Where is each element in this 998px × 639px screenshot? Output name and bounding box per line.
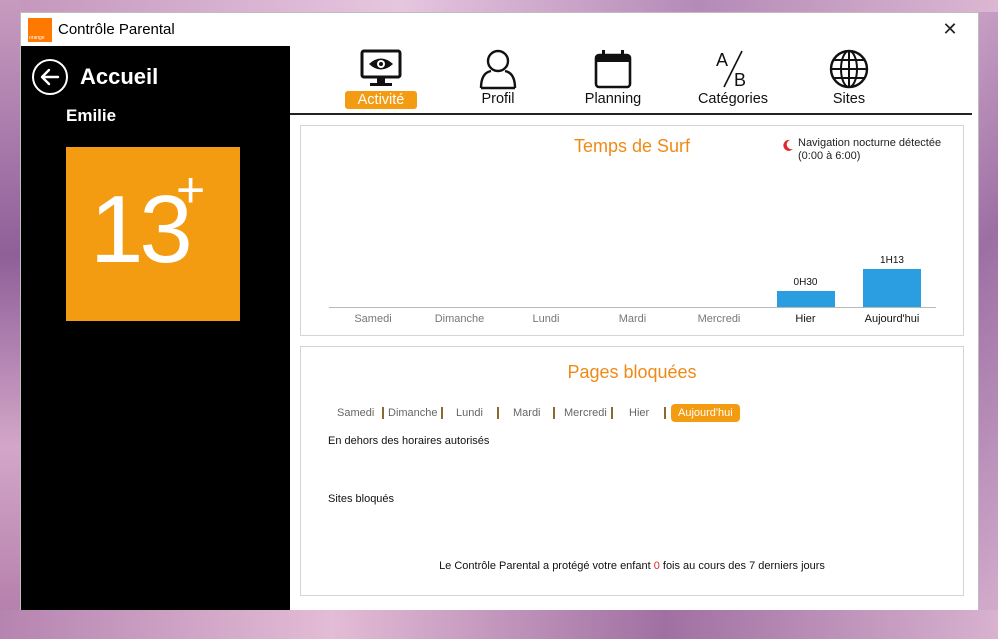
window-title: Contrôle Parental: [58, 21, 175, 38]
protection-summary-after: fois au cours des 7 derniers jours: [659, 560, 825, 572]
moon-icon: [783, 139, 793, 151]
parental-control-window: orange Contrôle Parental ✕ Accueil Emili…: [20, 12, 979, 610]
svg-text:A: A: [716, 50, 728, 70]
tab-activite-label: Activité: [344, 91, 418, 109]
chart-category-label: Mercredi: [697, 313, 741, 325]
a-slash-b-icon: A B: [716, 50, 746, 90]
chart-data-label: 1H13: [880, 255, 904, 266]
outside-hours-label: En dehors des horaires autorisés: [328, 435, 490, 447]
day-separator: [441, 407, 443, 419]
child-name: Emilie: [66, 106, 117, 125]
tab-planning-label: Planning: [584, 91, 642, 107]
day-tab-aujourdhui[interactable]: Aujourd'hui: [671, 404, 740, 422]
blocked-pages-title: Pages bloquées: [567, 362, 697, 382]
night-navigation-note: Navigation nocturne détectée (0:00 à 6:0…: [798, 137, 941, 163]
arrow-left-icon: [40, 68, 60, 86]
home-title: Accueil: [80, 64, 159, 89]
calendar-icon: [594, 50, 632, 89]
chart-category-label: Dimanche: [434, 313, 485, 325]
day-selector: Samedi Dimanche Lundi Mardi Mercredi Hie…: [327, 404, 967, 424]
tab-categories-label: Catégories: [697, 91, 769, 107]
title-bar: orange Contrôle Parental ✕: [21, 13, 978, 46]
day-tab-lundi[interactable]: Lundi: [456, 404, 483, 422]
age-rating-badge: 13 +: [66, 147, 240, 321]
svg-text:B: B: [734, 70, 746, 90]
day-separator: [664, 407, 666, 419]
globe-icon: [829, 49, 869, 89]
protection-summary: Le Contrôle Parental a protégé votre enf…: [301, 560, 963, 572]
day-separator: [611, 407, 613, 419]
day-tab-samedi[interactable]: Samedi: [337, 404, 374, 422]
night-note-line1: Navigation nocturne détectée: [798, 137, 942, 149]
day-separator: [553, 407, 555, 419]
orange-logo-text: orange: [29, 34, 45, 41]
day-tab-hier[interactable]: Hier: [629, 404, 649, 422]
chart-category-label: Hier: [795, 313, 816, 325]
chart-category-label: Mardi: [618, 313, 647, 325]
back-button[interactable]: [32, 59, 68, 95]
chart-category-label: Lundi: [532, 313, 560, 325]
day-tab-dimanche[interactable]: Dimanche: [388, 404, 438, 422]
day-tab-mercredi[interactable]: Mercredi: [564, 404, 607, 422]
age-rating-number: 13: [90, 176, 193, 283]
chart-bar: [776, 291, 835, 307]
day-tab-mardi[interactable]: Mardi: [513, 404, 541, 422]
chart-data-label: 0H30: [793, 277, 818, 288]
blocked-pages-panel: Pages bloquées Samedi Dimanche Lundi Mar…: [300, 346, 964, 596]
desktop-background-left: [0, 0, 20, 639]
orange-logo: orange: [28, 17, 52, 42]
desktop-background-bottom: [0, 610, 998, 639]
tab-sites-label: Sites: [832, 91, 866, 107]
chart-axis: [329, 307, 936, 308]
user-icon: [479, 49, 517, 90]
day-separator: [382, 407, 384, 419]
night-note-line2: (0:00 à 6:00): [798, 150, 861, 162]
blocked-sites-label: Sites bloqués: [328, 493, 395, 505]
surf-time-panel: Temps de Surf Navigation nocturne détect…: [300, 125, 964, 336]
tab-bar: Activité Profil Planning A B Catégories …: [290, 46, 972, 115]
close-button[interactable]: ✕: [940, 19, 960, 39]
main-content: Activité Profil Planning A B Catégories …: [290, 46, 978, 610]
chart-category-label: Aujourd'hui: [864, 313, 920, 325]
day-separator: [497, 407, 499, 419]
sidebar: Accueil Emilie 13 +: [21, 46, 290, 610]
monitor-eye-icon: [360, 49, 402, 86]
tab-sites[interactable]: Sites: [801, 48, 897, 112]
protection-summary-before: Le Contrôle Parental a protégé votre enf…: [439, 560, 654, 572]
age-rating-plus: +: [176, 162, 206, 218]
tab-activite[interactable]: Activité: [333, 48, 429, 112]
tab-profil[interactable]: Profil: [450, 48, 546, 112]
desktop-background-top: [0, 0, 998, 12]
tab-planning[interactable]: Planning: [565, 48, 661, 112]
chart-category-label: Samedi: [354, 313, 392, 325]
chart-bar: [863, 269, 921, 307]
tab-categories[interactable]: A B Catégories: [685, 48, 781, 112]
tab-profil-label: Profil: [481, 91, 515, 107]
